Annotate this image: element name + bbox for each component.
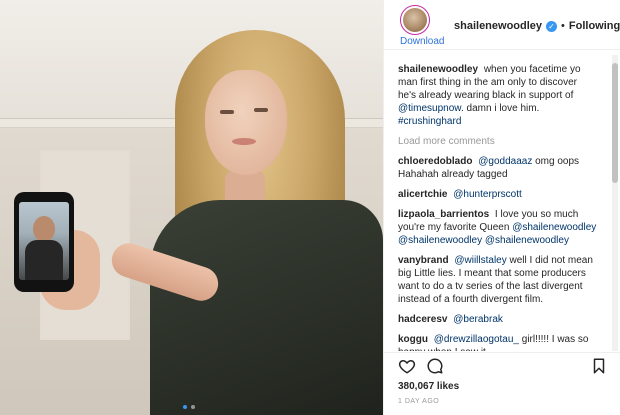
- comment-mention[interactable]: @wiillstaley: [454, 255, 506, 266]
- header-line: shailenewoodley ✓ • Following: [454, 20, 620, 32]
- following-button[interactable]: Following: [569, 20, 620, 32]
- photo-facetime-face: [33, 216, 55, 242]
- caption-hashtag[interactable]: #crushinghard: [398, 116, 461, 127]
- photo-facetime-shirt: [25, 240, 63, 280]
- post-sidebar: Download shailenewoodley ✓ • Following s…: [383, 0, 620, 415]
- comment-mention[interactable]: @berabrak: [453, 314, 503, 325]
- comment-mention[interactable]: @hunterprscott: [453, 189, 522, 200]
- comments-scrollbar[interactable]: [612, 55, 618, 351]
- avatar[interactable]: [400, 5, 430, 35]
- header-username[interactable]: shailenewoodley: [454, 20, 542, 32]
- comment-item: vanybrand @wiillstaley well I did not me…: [398, 254, 607, 306]
- avatar-image: [403, 8, 427, 32]
- caption-mention[interactable]: @timesupnow: [398, 103, 461, 114]
- carousel-dot-active: [183, 405, 187, 409]
- comment-username[interactable]: vanybrand: [398, 255, 449, 266]
- scrollbar-thumb[interactable]: [612, 63, 618, 183]
- carousel-dot: [191, 405, 195, 409]
- comments-list[interactable]: shailenewoodley when you facetime yo man…: [384, 55, 620, 351]
- comment-mention[interactable]: @goddaaaz: [478, 156, 532, 167]
- heart-icon[interactable]: [398, 357, 416, 375]
- comment-mention[interactable]: @drewzillaogotau_: [434, 334, 519, 345]
- comment-username[interactable]: hadceresv: [398, 314, 447, 325]
- load-more-comments-button[interactable]: Load more comments: [398, 136, 607, 147]
- caption: shailenewoodley when you facetime yo man…: [398, 63, 607, 128]
- post-timestamp: 1 DAY AGO: [398, 398, 440, 405]
- photo-phone-screen: [19, 202, 69, 280]
- header-separator: •: [561, 20, 565, 32]
- action-bar: [384, 352, 620, 378]
- verified-badge-icon: ✓: [546, 20, 558, 32]
- comment-username[interactable]: koggu: [398, 334, 428, 345]
- comment-item: alicertchie @hunterprscott: [398, 188, 607, 201]
- comment-bubble-icon[interactable]: [426, 357, 444, 375]
- photo-face: [205, 70, 287, 175]
- carousel-dots: [183, 405, 195, 409]
- comment-item: koggu @drewzillaogotau_ girl!!!!! I was …: [398, 333, 607, 351]
- photo-right-eye: [254, 108, 268, 112]
- comment-username[interactable]: lizpaola_barrientos: [398, 209, 489, 220]
- bookmark-icon[interactable]: [590, 357, 608, 375]
- post-photo[interactable]: [0, 0, 383, 415]
- likes-count[interactable]: 380,067 likes: [398, 381, 459, 392]
- comment-username[interactable]: chloeredoblado: [398, 156, 472, 167]
- caption-username[interactable]: shailenewoodley: [398, 64, 478, 75]
- post-header: Download shailenewoodley ✓ • Following: [384, 0, 620, 50]
- photo-left-eye: [220, 110, 234, 114]
- comment-item: hadceresv @berabrak: [398, 313, 607, 326]
- photo-sweater: [150, 200, 383, 415]
- caption-text-2: . damn i love him.: [460, 103, 540, 114]
- comment-username[interactable]: alicertchie: [398, 189, 447, 200]
- photo-mouth: [232, 138, 256, 145]
- download-link[interactable]: Download: [400, 36, 444, 47]
- comment-item: chloeredoblado @goddaaaz omg oops Hahaha…: [398, 155, 607, 181]
- comment-item: lizpaola_barrientos I love you so much y…: [398, 208, 607, 247]
